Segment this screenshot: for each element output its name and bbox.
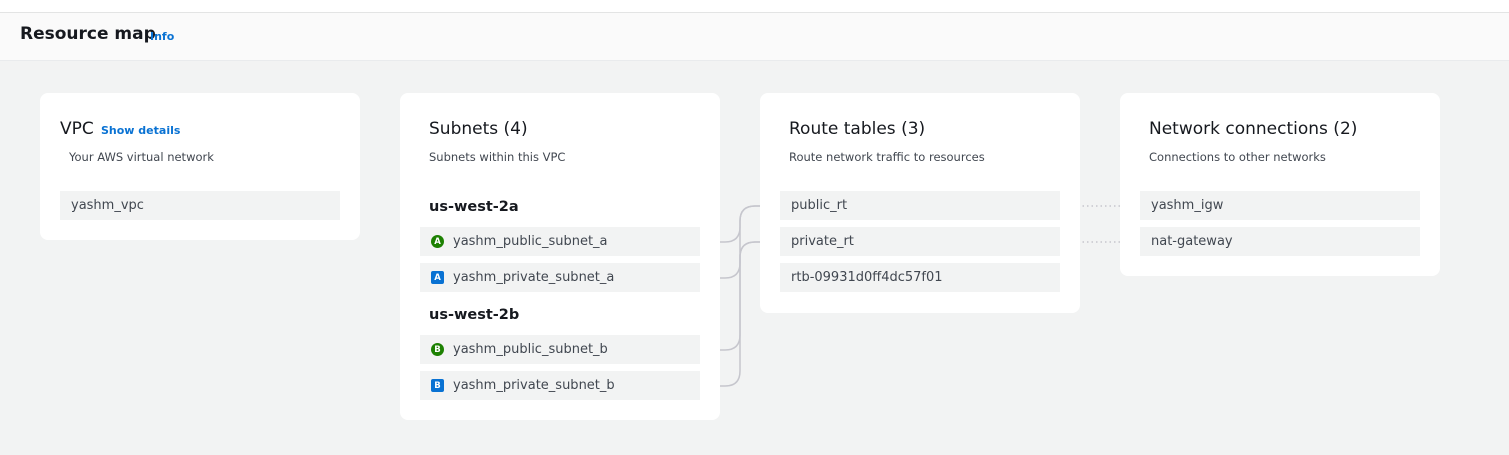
route-table-item[interactable]: public_rt: [780, 191, 1060, 220]
vpc-title: VPC: [60, 119, 94, 139]
vpc-item[interactable]: yashm_vpc: [60, 191, 340, 220]
vpc-subtitle: Your AWS virtual network: [69, 150, 214, 164]
public-subnet-badge-icon: A: [431, 235, 444, 248]
subnet-item-private-a[interactable]: A yashm_private_subnet_a: [420, 263, 700, 292]
network-connections-title: Network connections (2): [1149, 119, 1358, 139]
route-tables-title: Route tables (3): [789, 119, 926, 139]
network-connection-item[interactable]: nat-gateway: [1140, 227, 1420, 256]
availability-zone-label: us-west-2a: [429, 199, 519, 215]
route-table-item[interactable]: rtb-09931d0ff4dc57f01: [780, 263, 1060, 292]
subnet-item-private-b[interactable]: B yashm_private_subnet_b: [420, 371, 700, 400]
subnet-label: yashm_public_subnet_b: [453, 342, 608, 357]
subnet-item-public-b[interactable]: B yashm_public_subnet_b: [420, 335, 700, 364]
route-tables-subtitle: Route network traffic to resources: [789, 150, 985, 164]
route-table-item[interactable]: private_rt: [780, 227, 1060, 256]
subnet-label: yashm_private_subnet_a: [453, 270, 615, 285]
subnet-item-public-a[interactable]: A yashm_public_subnet_a: [420, 227, 700, 256]
subnets-title: Subnets (4): [429, 119, 528, 139]
public-subnet-badge-icon: B: [431, 343, 444, 356]
availability-zone-label: us-west-2b: [429, 307, 520, 323]
subnet-label: yashm_private_subnet_b: [453, 378, 615, 393]
subnets-subtitle: Subnets within this VPC: [429, 150, 566, 164]
subnet-label: yashm_public_subnet_a: [453, 234, 608, 249]
network-connection-item[interactable]: yashm_igw: [1140, 191, 1420, 220]
subnets-card: Subnets (4) Subnets within this VPC us-w…: [400, 93, 720, 420]
private-subnet-badge-icon: B: [431, 379, 444, 392]
route-tables-card: Route tables (3) Route network traffic t…: [760, 93, 1080, 313]
network-connections-card: Network connections (2) Connections to o…: [1120, 93, 1440, 276]
show-details-link[interactable]: Show details: [101, 124, 180, 137]
private-subnet-badge-icon: A: [431, 271, 444, 284]
vpc-card: VPC Show details Your AWS virtual networ…: [40, 93, 360, 240]
network-connections-subtitle: Connections to other networks: [1149, 150, 1326, 164]
